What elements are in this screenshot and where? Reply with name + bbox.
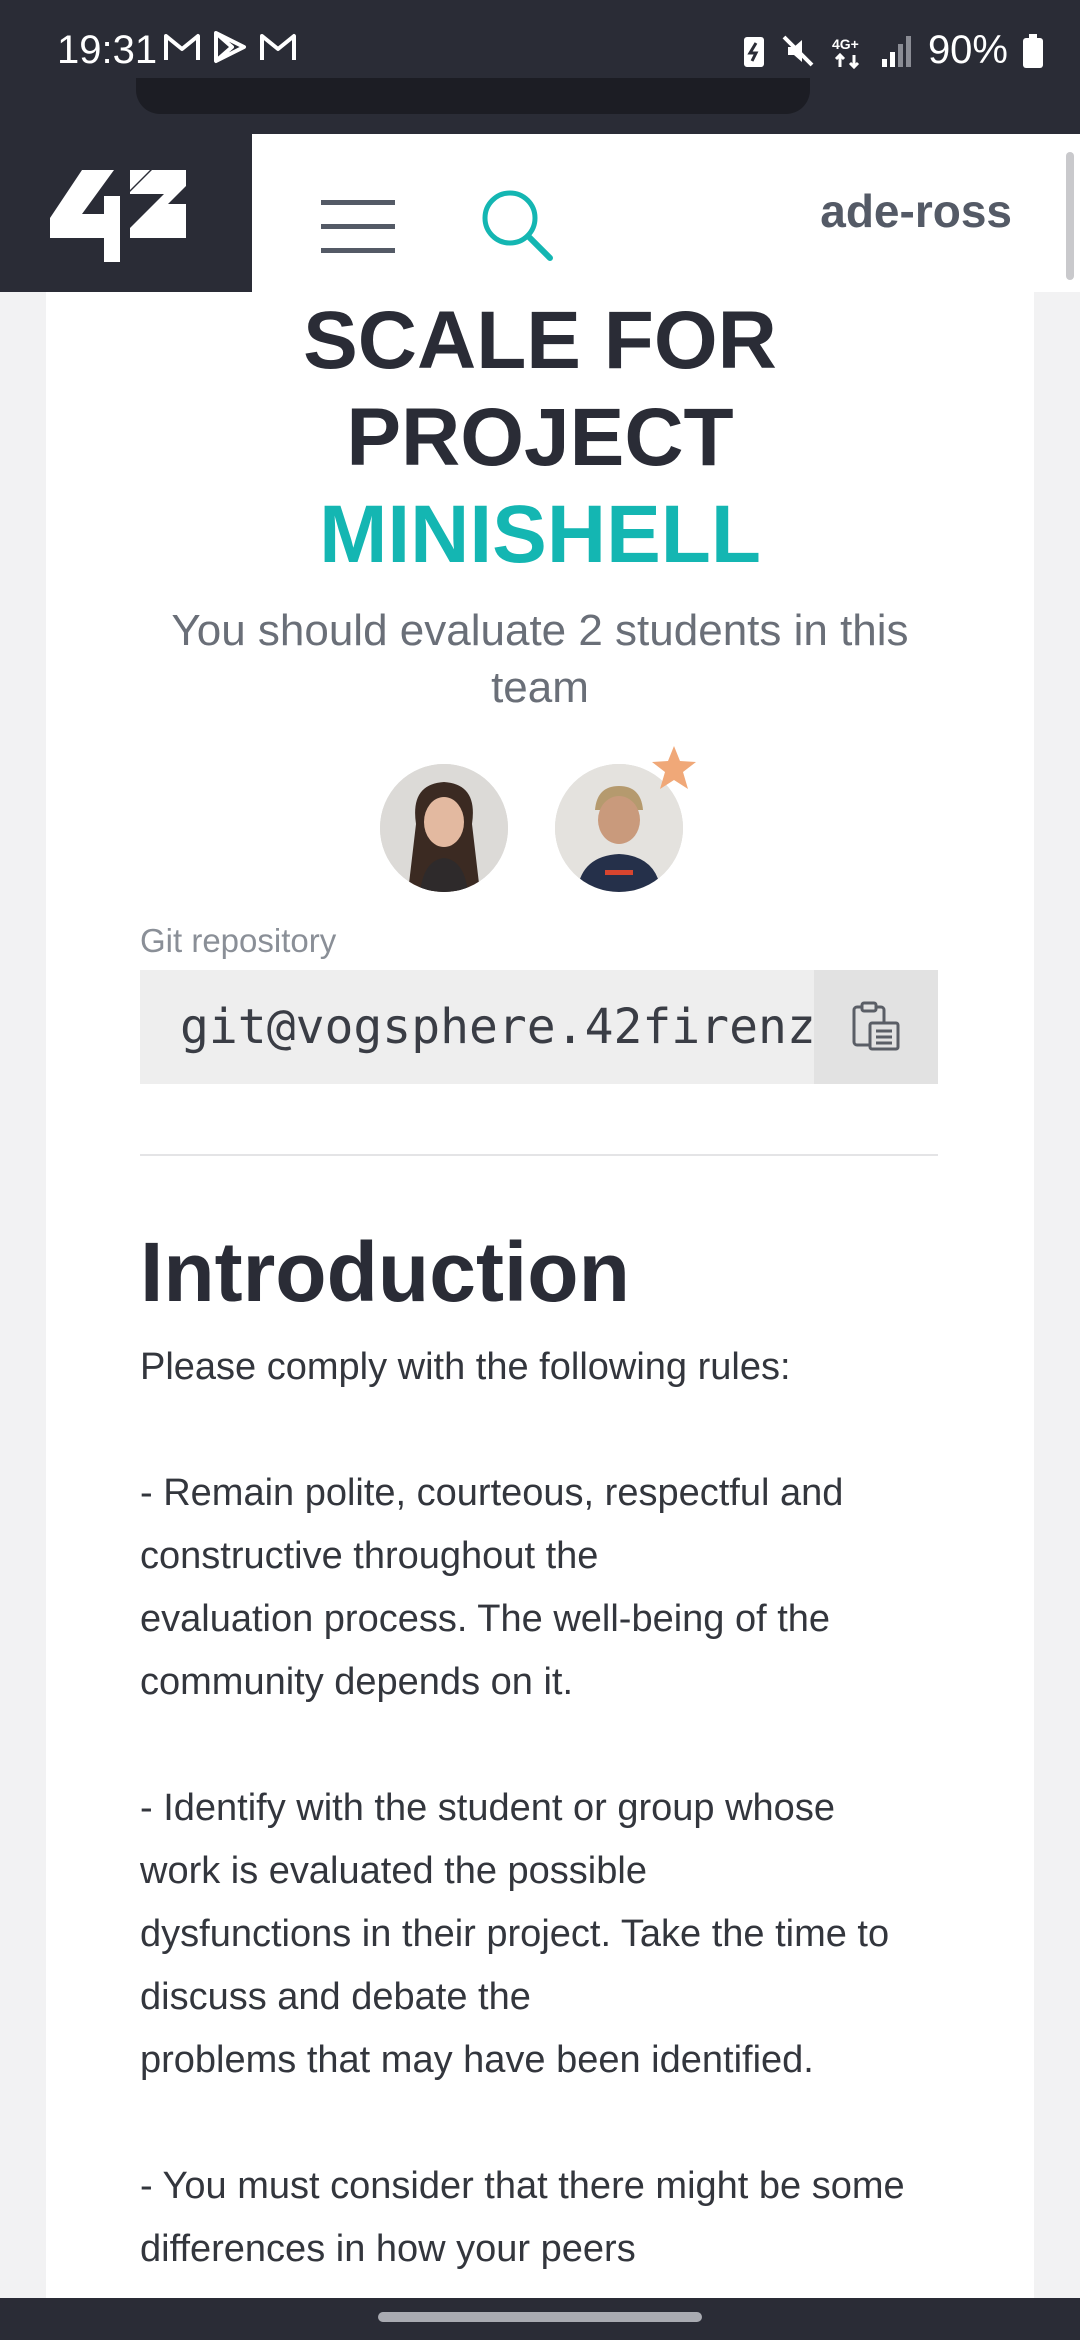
status-right: 4G+ 90% <box>742 28 1044 73</box>
menu-icon[interactable] <box>321 200 395 254</box>
scale-card: SCALE FOR PROJECT MINISHELL You should e… <box>46 292 1034 2298</box>
gmail-icon <box>260 34 296 60</box>
signal-icon <box>881 35 911 67</box>
browser-url-bar[interactable] <box>136 78 810 114</box>
clipboard-icon <box>852 1001 900 1051</box>
network-4g-icon: 4G+ <box>832 36 859 69</box>
battery-icon <box>1023 33 1043 68</box>
home-gesture-handle[interactable] <box>378 2312 702 2322</box>
search-icon[interactable] <box>476 184 558 266</box>
title-line-2: PROJECT <box>346 392 734 483</box>
play-store-icon <box>214 31 246 63</box>
title-line-1: SCALE FOR <box>303 295 777 386</box>
git-repository-input[interactable] <box>140 970 814 1084</box>
battery-saver-icon <box>743 36 764 67</box>
mute-icon <box>782 35 814 66</box>
copy-button[interactable] <box>814 970 938 1084</box>
status-time: 19:31 <box>57 28 158 72</box>
scrollbar[interactable] <box>1066 152 1074 280</box>
username-link[interactable]: ade-ross <box>820 184 1012 238</box>
section-divider <box>140 1154 938 1156</box>
project-name: MINISHELL <box>319 489 761 580</box>
git-repository-field <box>140 970 938 1084</box>
battery-percent: 90% <box>927 28 1008 72</box>
gmail-icon <box>164 34 200 60</box>
avatar[interactable] <box>380 764 508 892</box>
status-bar: 19:31 4G+ 90% <box>0 0 1080 134</box>
introduction-heading: Introduction <box>140 1225 630 1319</box>
introduction-body: Please comply with the following rules: … <box>140 1346 905 2270</box>
star-icon <box>652 746 696 789</box>
logo-42[interactable] <box>0 134 252 292</box>
evaluation-subtitle: You should evaluate 2 students in this t… <box>171 606 909 712</box>
system-nav-bar <box>0 2298 1080 2340</box>
notification-icons <box>162 30 298 64</box>
git-repository-label: Git repository <box>140 922 337 959</box>
top-navigation: ade-ross <box>0 134 1080 292</box>
logo-42-icon <box>50 170 186 262</box>
svg-text:4G+: 4G+ <box>832 36 859 52</box>
page-title: SCALE FOR PROJECT MINISHELL <box>46 292 1034 583</box>
